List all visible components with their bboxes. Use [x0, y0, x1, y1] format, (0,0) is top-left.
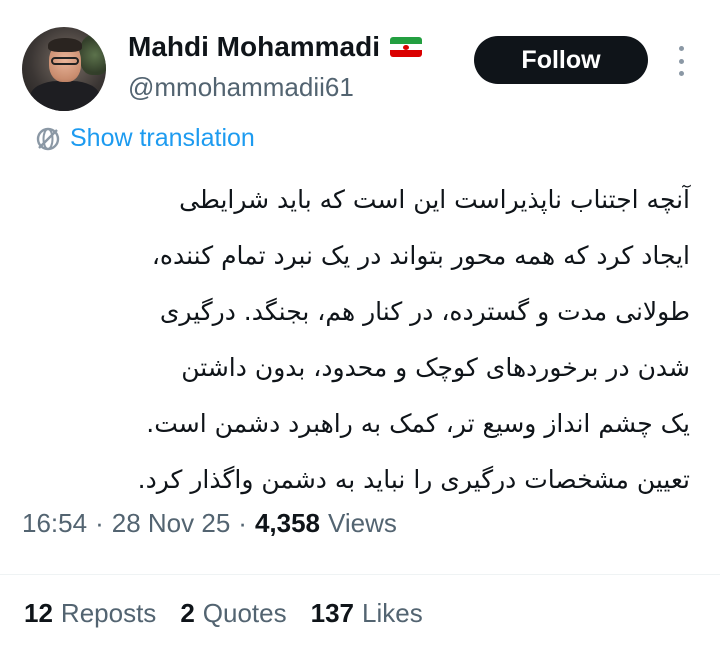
follow-button[interactable]: Follow [474, 36, 648, 84]
tweet-line: تعیین مشخصات درگیری را نباید به دشمن واگ… [137, 465, 690, 494]
quotes-count: 2 [180, 598, 195, 628]
likes-stat[interactable]: 137 Likes [311, 598, 423, 629]
views-count: 4,358 [254, 508, 321, 538]
avatar[interactable] [22, 27, 106, 111]
tweet-text: آنچه اجتناب ناپذیراست این است که باید شر… [20, 172, 690, 508]
translate-globe-icon [36, 127, 60, 150]
avatar-hair [48, 38, 82, 52]
quotes-stat[interactable]: 2 Quotes [180, 598, 286, 629]
reposts-stat[interactable]: 12 Reposts [24, 598, 156, 629]
tweet-date[interactable]: 28 Nov 25 [112, 508, 231, 539]
avatar-background [80, 35, 106, 75]
tweet-line: ایجاد کرد که همه محور بتواند در یک نبرد … [151, 241, 690, 270]
more-vertical-icon[interactable] [672, 44, 690, 78]
tweet-line: یک چشم انداز وسیع تر، کمک به راهبرد دشمن… [146, 409, 690, 438]
reposts-label: Reposts [60, 598, 157, 628]
tweet-meta: 16:54 · 28 Nov 25 · 4,358 Views [22, 508, 397, 539]
tweet-line: آنچه اجتناب ناپذیراست این است که باید شر… [179, 185, 690, 214]
engagement-stats: 12 Reposts 2 Quotes 137 Likes [24, 598, 447, 629]
avatar-body [30, 81, 100, 111]
tweet-time[interactable]: 16:54 [22, 508, 87, 539]
iran-flag-icon [390, 37, 423, 57]
views-label: Views [328, 508, 397, 538]
divider [0, 574, 720, 575]
quotes-label: Quotes [202, 598, 287, 628]
meta-separator: · [95, 508, 104, 538]
show-translation-link[interactable]: Show translation [34, 124, 255, 153]
author-handle[interactable]: @mmohammadii61 [128, 72, 354, 103]
avatar-glasses [51, 57, 79, 65]
author-name-row: Mahdi Mohammadi [128, 30, 423, 64]
reposts-count: 12 [24, 598, 53, 628]
tweet-line: شدن در برخوردهای کوچک و محدود، بدون داشت… [181, 353, 690, 382]
show-translation-label: Show translation [70, 124, 255, 152]
likes-label: Likes [362, 598, 423, 628]
author-name[interactable]: Mahdi Mohammadi [128, 31, 380, 63]
meta-separator: · [238, 508, 247, 538]
tweet-line: طولانی مدت و گسترده، در کنار هم، بجنگد. … [159, 297, 690, 326]
likes-count: 137 [310, 598, 354, 628]
